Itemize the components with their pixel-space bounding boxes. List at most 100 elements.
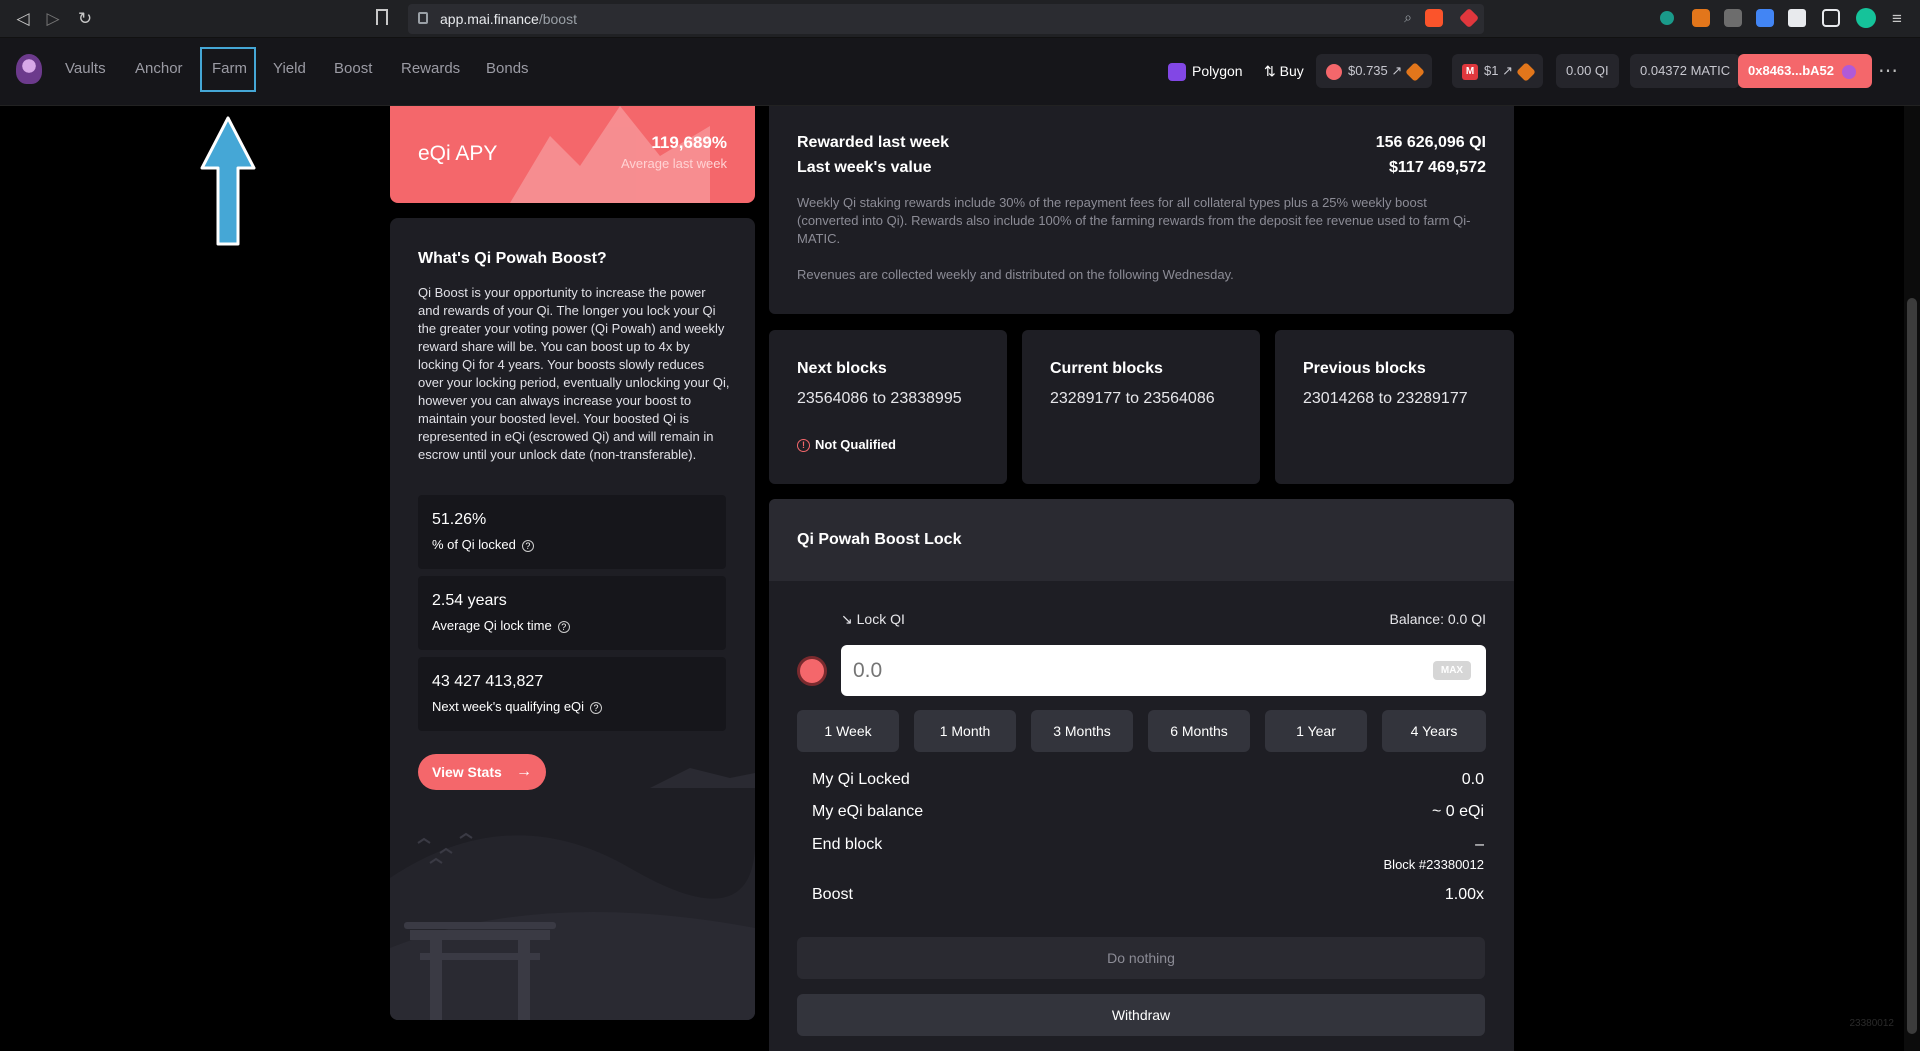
boost-label: Boost [812,886,853,903]
withdraw-button[interactable]: Withdraw [797,994,1485,1036]
nav-yield[interactable]: Yield [273,60,306,77]
scroll-thumb[interactable] [1907,298,1917,1034]
nav-rewards[interactable]: Rewards [401,60,460,77]
torii-scenery-illustration [390,768,755,1020]
current-blocks-range: 23289177 to 23564086 [1050,390,1215,407]
boost-info-title: What's Qi Powah Boost? [418,250,607,267]
rewards-card: Rewarded last week 156 626,096 QI Last w… [769,106,1514,314]
lock-header: Qi Powah Boost Lock [769,499,1514,581]
boost-value: 1.00x [1444,886,1484,903]
farm-highlight-box [200,47,256,92]
browser-toolbar: ◁ ▷ ↻ app.mai.finance/boost ⌕ ≡ [0,0,1920,38]
mai-price-pill[interactable]: M $1 ↗ [1452,54,1543,88]
current-blocks-card: Current blocks 23289177 to 23564086 [1022,330,1260,484]
back-icon[interactable]: ◁ [12,8,34,30]
puzzle-icon[interactable] [1788,9,1806,27]
footer-block-number: 23380012 [1849,1018,1895,1029]
nav-anchor[interactable]: Anchor [135,60,183,77]
help-icon[interactable]: ? [521,539,534,552]
mountain-illustration [510,106,710,203]
grammarly-icon[interactable] [1856,8,1876,28]
duration-1-year[interactable]: 1 Year [1265,710,1367,752]
lock-icon [418,12,428,24]
polygon-icon [1168,63,1186,82]
qi-price-pill[interactable]: $0.735 ↗ [1316,54,1433,88]
mai-token-icon: M [1462,63,1478,80]
translate-icon[interactable] [1756,9,1774,27]
external-link-icon: ↗ [1387,63,1403,78]
duration-1-week[interactable]: 1 Week [797,710,899,752]
previous-blocks-card: Previous blocks 23014268 to 23289177 [1275,330,1514,484]
help-icon[interactable]: ? [590,701,603,714]
my-eqi-balance-label: My eQi balance [812,803,924,820]
current-blocks-title: Current blocks [1050,360,1163,377]
account-button[interactable]: 0x8463...bA52 [1738,54,1872,88]
stat-qi-locked: 51.26% % of Qi locked? [418,495,726,569]
next-blocks-card: Next blocks 23564086 to 23838995 ! Not Qu… [769,330,1007,484]
stat-avg-lock-time: 2.54 years Average Qi lock time? [418,576,726,650]
next-blocks-title: Next blocks [797,360,887,377]
pen-icon[interactable] [1724,9,1742,27]
arrow-down-right-icon: ↘ [841,611,857,627]
nav-bonds[interactable]: Bonds [486,60,529,77]
help-icon[interactable]: ? [557,620,570,633]
my-eqi-balance-value: ~ 0 eQi [1431,803,1484,820]
rewarded-value: 156 626,096 QI [1375,134,1486,151]
account-avatar [1842,64,1857,79]
address-bar[interactable]: app.mai.finance/boost ⌕ [408,4,1484,34]
do-nothing-button[interactable]: Do nothing [797,937,1485,979]
brave-shield-icon[interactable] [1425,9,1443,27]
apy-subtitle: Average last week [621,156,727,171]
max-button[interactable]: MAX [1433,661,1471,680]
metamask-icon[interactable] [1516,61,1536,82]
lock-amount-input[interactable] [841,645,1486,696]
revenue-note: Revenues are collected weekly and distri… [797,267,1234,282]
page-scrollbar[interactable] [1904,106,1920,1051]
buy-button[interactable]: ⇅ Buy [1254,54,1314,88]
metamask-icon[interactable] [1405,61,1426,82]
lock-title: Qi Powah Boost Lock [797,531,962,548]
last-week-value-label: Last week's value [797,159,932,176]
app-header: Vaults Anchor Farm Yield Boost Rewards B… [0,38,1920,106]
network-selector[interactable]: Polygon [1158,54,1253,88]
duration-3-months[interactable]: 3 Months [1031,710,1133,752]
more-options-icon[interactable]: ⋯ [1878,58,1898,83]
qi-token-icon [1326,63,1342,80]
duration-4-years[interactable]: 4 Years [1382,710,1486,752]
app-logo[interactable] [16,54,42,84]
qi-balance-label: Balance: 0.0 QI [1389,611,1486,627]
qi-balance-pill[interactable]: 0.00 QI [1556,54,1619,88]
forward-icon[interactable]: ▷ [42,8,64,30]
matic-balance-pill[interactable]: 0.04372 MATIC [1630,54,1741,88]
zoom-icon[interactable]: ⌕ [1404,9,1412,26]
apy-title: eQi APY [418,142,498,165]
extension-icon[interactable] [1660,11,1674,25]
nav-boost[interactable]: Boost [334,60,372,77]
boost-info-body: Qi Boost is your opportunity to increase… [418,285,730,462]
apy-value: 119,689% [651,133,727,152]
duration-6-months[interactable]: 6 Months [1148,710,1250,752]
boost-info-card: What's Qi Powah Boost? Qi Boost is your … [390,218,755,1020]
qualification-status: ! Not Qualified [797,437,896,453]
duration-1-month[interactable]: 1 Month [914,710,1016,752]
url-text: app.mai.finance/boost [440,11,577,27]
eqi-apy-card: eQi APY 119,689% Average last week [390,106,755,203]
bookmark-icon[interactable] [376,9,388,25]
next-blocks-range: 23564086 to 23838995 [797,390,962,407]
end-block-label: End block [812,836,883,853]
nav-vaults[interactable]: Vaults [65,60,106,77]
end-block-value: – [1475,836,1484,853]
qi-token-icon [797,656,827,686]
metamask-icon[interactable] [1692,9,1710,27]
swap-icon: ⇅ [1264,63,1280,79]
lock-qi-label: ↘ Lock QI [841,611,905,627]
end-block-sub: Block #23380012 [1383,857,1484,872]
rewards-note: Weekly Qi staking rewards include 30% of… [797,195,1471,246]
my-qi-locked-value: 0.0 [1461,771,1484,788]
reload-icon[interactable]: ↻ [74,8,96,30]
browser-menu-icon[interactable]: ≡ [1886,8,1908,30]
annotation-arrow-icon [200,116,256,246]
wallet-icon[interactable] [1822,9,1840,27]
alert-icon: ! [797,439,810,453]
last-week-value: $117 469,572 [1389,159,1486,176]
